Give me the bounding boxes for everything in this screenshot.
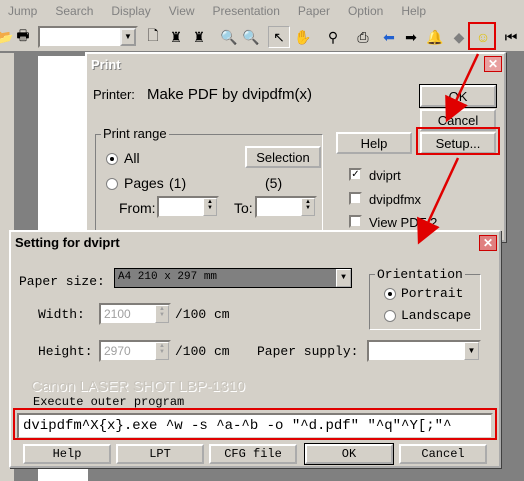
arrow-to-setup [445, 53, 480, 123]
arrow-to-setting-dialog [417, 157, 460, 245]
annotation-arrows [417, 53, 480, 245]
